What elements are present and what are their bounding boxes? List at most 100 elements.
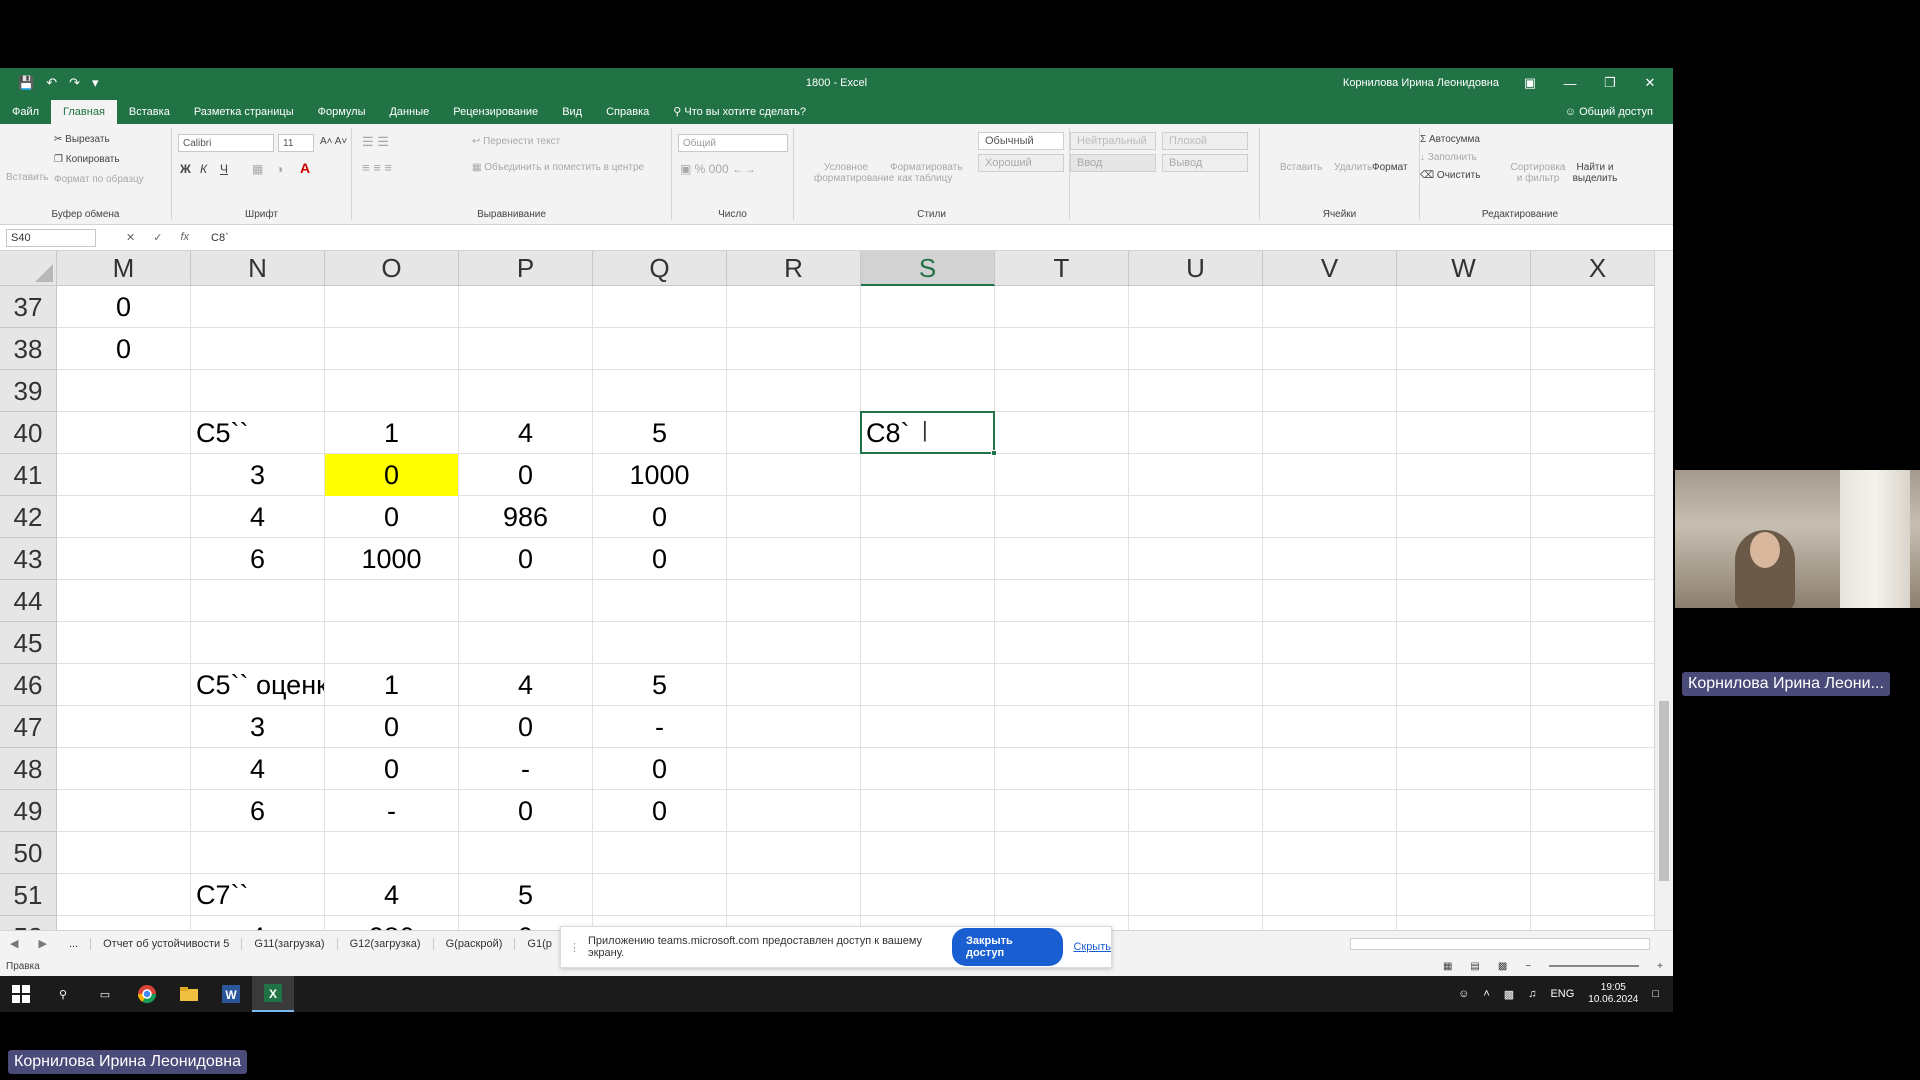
cell-n47[interactable]: 3	[191, 706, 324, 748]
cell-p43[interactable]: 0	[459, 538, 592, 580]
row-header-44[interactable]: 44	[0, 580, 57, 622]
cell-m37[interactable]: 0	[57, 286, 190, 328]
delete-cells-button[interactable]: Удалить	[1334, 162, 1372, 173]
cell-o49[interactable]: -	[325, 790, 458, 832]
align-left-icon[interactable]: ≡ ≡ ≡	[362, 160, 392, 175]
cell-o52[interactable]: 986	[325, 916, 458, 930]
column-header-o[interactable]: O	[325, 251, 459, 286]
row-header-43[interactable]: 43	[0, 538, 57, 580]
column-header-t[interactable]: T	[995, 251, 1129, 286]
column-header-p[interactable]: P	[459, 251, 593, 286]
column-header-w[interactable]: W	[1397, 251, 1531, 286]
borders-icon[interactable]: ▦	[252, 162, 263, 176]
paste-button[interactable]: Вставить	[6, 172, 48, 183]
cell-n46[interactable]: C5`` оценк	[191, 664, 324, 706]
ribbon-display-options-icon[interactable]: ▣	[1521, 75, 1539, 91]
style-neutral[interactable]: Нейтральный	[1070, 132, 1156, 150]
align-top-icon[interactable]: ☰ ☰	[362, 134, 389, 150]
restore-button[interactable]: ❐	[1601, 75, 1619, 91]
autosum-button[interactable]: Σ Автосумма	[1420, 134, 1480, 145]
format-painter-button[interactable]: Формат по образцу	[54, 174, 144, 185]
start-button[interactable]	[0, 976, 42, 1012]
tab-home[interactable]: Главная	[51, 100, 117, 124]
wrap-text-button[interactable]: ↩ Перенести текст	[472, 136, 560, 147]
tab-review[interactable]: Рецензирование	[441, 106, 550, 124]
style-normal[interactable]: Обычный	[978, 132, 1064, 150]
cell-p47[interactable]: 0	[459, 706, 592, 748]
cell-n40[interactable]: C5``	[191, 412, 324, 454]
page-layout-view-icon[interactable]: ▤	[1470, 961, 1479, 972]
cell-p42[interactable]: 986	[459, 496, 592, 538]
tab-file[interactable]: Файл	[0, 106, 51, 124]
cell-p51[interactable]: 5	[459, 874, 592, 916]
fill-button[interactable]: ↓ Заполнить	[1420, 152, 1477, 163]
row-header-40[interactable]: 40	[0, 412, 57, 454]
style-bad[interactable]: Плохой	[1162, 132, 1248, 150]
cut-button[interactable]: ✂ Вырезать	[54, 134, 110, 145]
column-header-v[interactable]: V	[1263, 251, 1397, 286]
cell-area[interactable]: 0 0 C5`` 1 4 5 | C8` 3 0 0 1000 4 0 986 0 6 1000 0 0 C5`` оц…	[57, 286, 1654, 930]
notifications-icon[interactable]: □	[1652, 988, 1659, 1000]
sheet-tab[interactable]: G11(загрузка)	[242, 937, 338, 950]
cell-n49[interactable]: 6	[191, 790, 324, 832]
zoom-slider[interactable]	[1549, 965, 1640, 967]
clear-button[interactable]: ⌫ Очистить	[1420, 170, 1480, 181]
cell-p48[interactable]: -	[459, 748, 592, 790]
cell-q41[interactable]: 1000	[593, 454, 726, 496]
sheet-tab[interactable]: G12(загрузка)	[338, 937, 434, 950]
normal-view-icon[interactable]: ▦	[1443, 961, 1452, 972]
page-break-view-icon[interactable]: ▩	[1498, 961, 1507, 972]
style-good[interactable]: Хороший	[978, 154, 1064, 172]
cell-o48[interactable]: 0	[325, 748, 458, 790]
tell-me-search[interactable]: ⚲ Что вы хотите сделать?	[661, 105, 818, 124]
sheet-tab[interactable]: G(раскрой)	[434, 937, 516, 950]
hide-banner-link[interactable]: Скрыть	[1073, 941, 1111, 953]
people-icon[interactable]: ☺	[1458, 988, 1469, 1000]
row-header-37[interactable]: 37	[0, 286, 57, 328]
find-select-button[interactable]: Найти и выделить	[1570, 162, 1620, 184]
column-header-s[interactable]: S	[861, 251, 995, 286]
sheet-tab-more[interactable]: ...	[57, 937, 92, 950]
sheet-tab[interactable]: Отчет об устойчивости 5	[91, 937, 243, 950]
cell-q42[interactable]: 0	[593, 496, 726, 538]
task-view-icon[interactable]: ▭	[84, 976, 126, 1012]
cell-m38[interactable]: 0	[57, 328, 190, 370]
vertical-scrollbar[interactable]	[1654, 251, 1673, 931]
horizontal-scrollbar[interactable]	[1350, 938, 1650, 950]
zoom-out-icon[interactable]: −	[1525, 961, 1531, 972]
cell-p49[interactable]: 0	[459, 790, 592, 832]
cell-o46[interactable]: 1	[325, 664, 458, 706]
close-button[interactable]: ✕	[1641, 75, 1659, 91]
row-header-38[interactable]: 38	[0, 328, 57, 370]
undo-icon[interactable]: ↶	[46, 75, 57, 91]
cell-n41[interactable]: 3	[191, 454, 324, 496]
row-header-39[interactable]: 39	[0, 370, 57, 412]
cell-q46[interactable]: 5	[593, 664, 726, 706]
tab-view[interactable]: Вид	[550, 106, 594, 124]
row-header-41[interactable]: 41	[0, 454, 57, 496]
font-color-icon[interactable]: A	[300, 160, 310, 176]
column-header-m[interactable]: M	[57, 251, 191, 286]
conditional-formatting-button[interactable]: Условное форматирование	[814, 162, 894, 184]
tray-chevron-icon[interactable]: ˄	[1483, 988, 1489, 1000]
style-input[interactable]: Ввод	[1070, 154, 1156, 172]
cancel-entry-icon[interactable]: ✕	[126, 231, 135, 244]
bold-button[interactable]: Ж	[180, 162, 191, 176]
row-header-48[interactable]: 48	[0, 748, 57, 790]
confirm-entry-icon[interactable]: ✓	[153, 231, 162, 244]
cell-o51[interactable]: 4	[325, 874, 458, 916]
row-header-51[interactable]: 51	[0, 874, 57, 916]
cell-q48[interactable]: 0	[593, 748, 726, 790]
cell-p40[interactable]: 4	[459, 412, 592, 454]
cell-o43[interactable]: 1000	[325, 538, 458, 580]
column-header-x[interactable]: X	[1531, 251, 1665, 286]
word-icon[interactable]: W	[210, 976, 252, 1012]
cell-o47[interactable]: 0	[325, 706, 458, 748]
copy-button[interactable]: ❐ Копировать	[54, 154, 120, 165]
minimize-button[interactable]: —	[1561, 76, 1579, 91]
font-size-select[interactable]: 11	[278, 134, 314, 152]
cell-n52[interactable]: 4	[191, 916, 324, 930]
column-header-u[interactable]: U	[1129, 251, 1263, 286]
cell-q43[interactable]: 0	[593, 538, 726, 580]
excel-taskbar-icon[interactable]: X	[252, 976, 294, 1012]
